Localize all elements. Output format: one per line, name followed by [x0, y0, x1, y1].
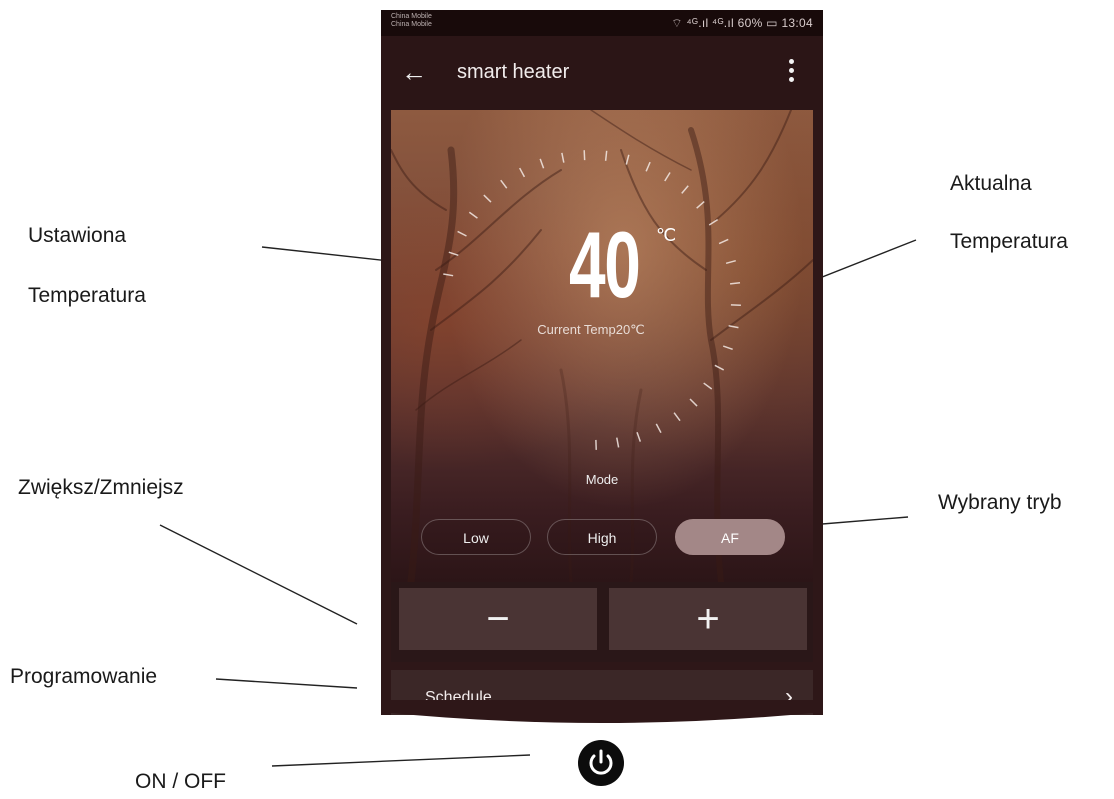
power-icon — [589, 749, 613, 775]
increase-button[interactable]: + — [609, 588, 807, 650]
app-title: smart heater — [457, 61, 570, 83]
decrease-button[interactable]: − — [399, 588, 597, 650]
dial-tick — [681, 185, 689, 194]
mode-high-button[interactable]: High — [547, 519, 657, 555]
dial-tick — [457, 230, 467, 237]
set-temperature: 40 — [569, 212, 641, 317]
mode-label: Mode — [585, 472, 619, 487]
current-temperature: Current Temp20℃ — [537, 322, 645, 337]
annotation-current-temp-line2: Temperatura — [950, 230, 1068, 253]
app-bar: ← smart heater — [381, 36, 823, 110]
carrier-1: China Mobile — [391, 13, 432, 20]
dial-tick — [604, 150, 608, 161]
status-indicators: ⌔ ⁴ᴳ.ıl ⁴ᴳ.ıl 60% ▭ 13:04 — [671, 16, 813, 30]
mode-low-button[interactable]: Low — [421, 519, 531, 555]
annotation-set-temp-line1: Ustawiona — [28, 224, 127, 247]
dial-tick — [728, 325, 739, 329]
dial-tick — [722, 345, 733, 351]
mode-af-button[interactable]: AF — [675, 519, 785, 555]
annotation-set-temp-line2: Temperatura — [28, 284, 146, 307]
carrier-names: China Mobile China Mobile — [391, 13, 432, 29]
dial-tick — [725, 259, 736, 265]
dial-tick — [561, 152, 565, 163]
annotation-current-temp-line1: Aktualna — [950, 172, 1032, 195]
dial-tick — [718, 238, 729, 245]
temperature-unit: ℃ — [656, 225, 677, 245]
dial-tick — [625, 154, 630, 165]
phone-screen: China Mobile China Mobile ⌔ ⁴ᴳ.ıl ⁴ᴳ.ıl … — [381, 10, 823, 715]
temperature-dial-ticks — [443, 150, 741, 450]
annotation-on-off: ON / OFF — [135, 770, 226, 793]
dial-tick — [518, 167, 526, 178]
dial-tick — [729, 282, 741, 285]
dial-tick — [708, 218, 719, 226]
dial-tick — [655, 423, 662, 434]
dial-tick — [616, 437, 620, 448]
status-bar: China Mobile China Mobile ⌔ ⁴ᴳ.ıl ⁴ᴳ.ıl … — [381, 10, 823, 36]
annotation-programming: Programowanie — [10, 665, 158, 688]
dial-tick — [689, 398, 698, 407]
more-vertical-icon[interactable] — [787, 56, 795, 88]
dial-tick — [645, 161, 651, 172]
dial-tick — [714, 364, 725, 371]
arrow-left-icon[interactable]: ← — [401, 58, 431, 86]
dial-tick — [636, 431, 642, 442]
dial-tick — [468, 211, 478, 219]
dial-tick — [673, 412, 681, 422]
carrier-2: China Mobile — [391, 21, 432, 28]
thermostat-panel: 40 ℃ Current Temp20℃ Mode Low High AF — [391, 110, 813, 582]
power-button[interactable] — [578, 740, 624, 786]
dial-tick — [703, 382, 713, 390]
dial-tick — [500, 179, 508, 189]
annotation-increase-decrease: Zwiększ/Zmniejsz — [18, 476, 184, 499]
dial-tick — [483, 194, 492, 203]
dial-tick — [696, 201, 705, 209]
dial-tick — [539, 158, 545, 169]
dial-tick — [664, 172, 671, 182]
temperature-stepper: − + — [391, 582, 813, 662]
annotation-selected-mode: Wybrany tryb — [938, 491, 1062, 514]
dial-tick — [443, 273, 454, 277]
screen-bottom-edge — [381, 700, 823, 723]
dial-tick — [448, 251, 459, 257]
